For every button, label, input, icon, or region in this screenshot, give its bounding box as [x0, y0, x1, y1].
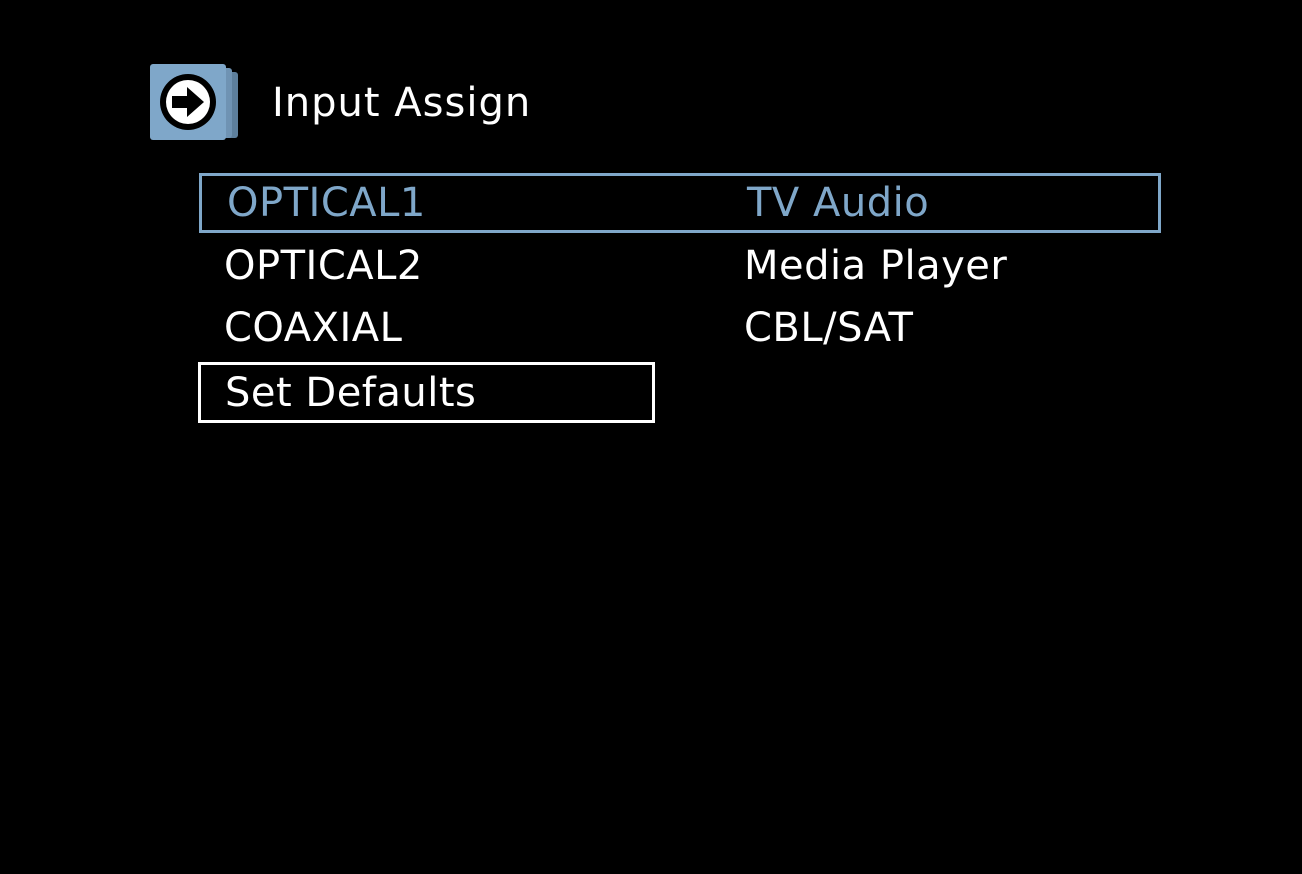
- screen: Input Assign OPTICAL1 TV Audio OPTICAL2 …: [0, 0, 1302, 874]
- menu-row-optical2[interactable]: OPTICAL2 Media Player: [199, 236, 1161, 296]
- input-label: COAXIAL: [224, 305, 403, 351]
- set-defaults-button[interactable]: Set Defaults: [198, 362, 655, 423]
- input-label: OPTICAL1: [227, 180, 426, 226]
- source-value: TV Audio: [747, 180, 930, 226]
- set-defaults-label: Set Defaults: [225, 370, 477, 416]
- menu-row-optical1[interactable]: OPTICAL1 TV Audio: [199, 173, 1161, 233]
- page-title: Input Assign: [272, 80, 532, 126]
- input-label: OPTICAL2: [224, 243, 423, 289]
- source-value: Media Player: [744, 243, 1008, 289]
- menu-row-coaxial[interactable]: COAXIAL CBL/SAT: [199, 298, 1161, 358]
- arrow-right-icon: [150, 64, 240, 142]
- source-value: CBL/SAT: [744, 305, 914, 351]
